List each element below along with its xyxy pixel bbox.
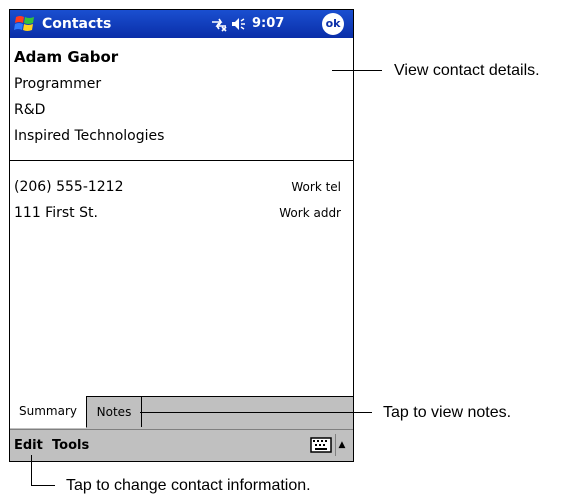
clock[interactable]: 9:07: [252, 15, 284, 33]
pocket-pc-screen: Contacts 9:07 ok Adam Gabor Programmer R…: [9, 9, 354, 462]
callout-line-edit-horizontal: [31, 485, 55, 486]
edit-menu[interactable]: Edit: [14, 437, 43, 455]
app-title: Contacts: [42, 16, 112, 32]
ok-button[interactable]: ok: [322, 13, 344, 35]
detail-row[interactable]: (206) 555-1212 Work tel: [10, 177, 353, 199]
callout-view-notes: Tap to view notes.: [383, 404, 512, 421]
speaker-icon[interactable]: [230, 16, 248, 32]
callout-line-edit-vertical: [31, 455, 32, 485]
callout-line-details: [332, 70, 382, 71]
tab-notes[interactable]: Notes: [87, 397, 142, 427]
contact-details: (206) 555-1212 Work tel 111 First St. Wo…: [10, 161, 353, 401]
menu-bar: Edit Tools ▲: [10, 429, 353, 461]
callout-change-info: Tap to change contact information.: [66, 477, 311, 494]
detail-label: Work tel: [291, 180, 341, 194]
connectivity-icon[interactable]: [210, 16, 228, 32]
detail-value: (206) 555-1212: [14, 179, 124, 195]
tools-menu[interactable]: Tools: [52, 437, 89, 455]
contact-name: Adam Gabor: [14, 48, 119, 66]
detail-value: 111 First St.: [14, 205, 98, 221]
callout-line-notes: [140, 412, 372, 413]
contact-company: Inspired Technologies: [14, 128, 165, 144]
detail-label: Work addr: [279, 206, 341, 220]
callout-view-details: View contact details.: [394, 62, 540, 79]
contact-header[interactable]: Adam Gabor Programmer R&D Inspired Techn…: [10, 38, 353, 161]
tab-summary[interactable]: Summary: [10, 396, 87, 428]
windows-flag-icon[interactable]: [13, 13, 37, 35]
title-bar: Contacts 9:07 ok: [10, 10, 353, 38]
contact-job-title: Programmer: [14, 76, 102, 92]
contact-department: R&D: [14, 102, 46, 118]
input-selector-arrow[interactable]: ▲: [335, 434, 348, 456]
detail-row[interactable]: 111 First St. Work addr: [10, 203, 353, 225]
keyboard-icon[interactable]: [310, 437, 332, 453]
